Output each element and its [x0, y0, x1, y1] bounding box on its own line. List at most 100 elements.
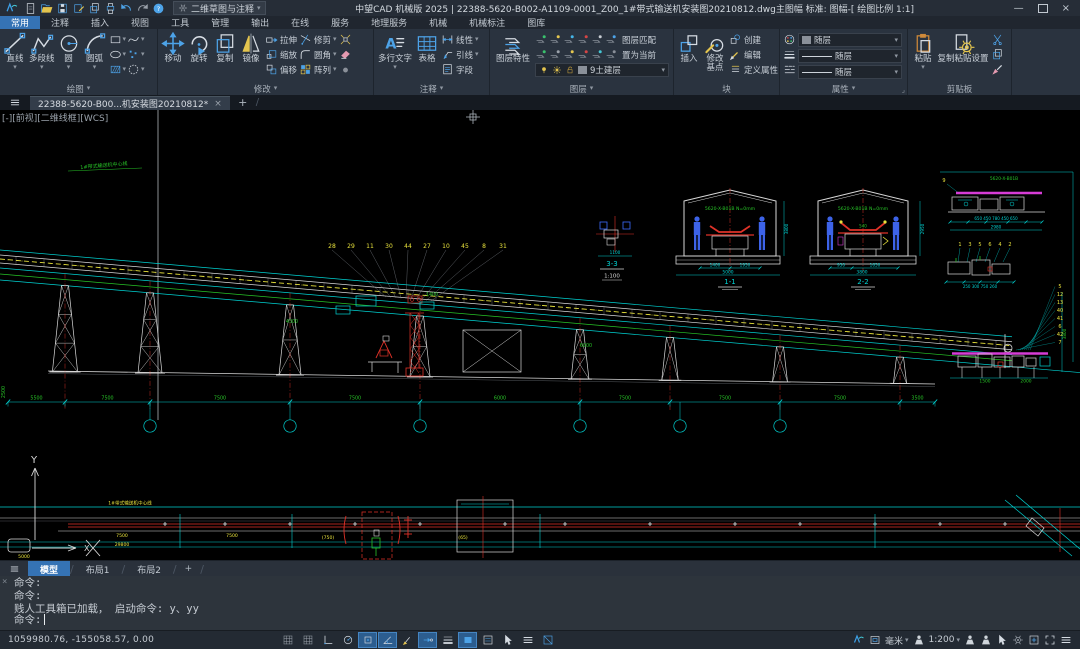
- new-tab-button[interactable]: +: [230, 95, 256, 110]
- viewport-controls[interactable]: [-][前视][二维线框][WCS]: [2, 111, 108, 124]
- zw-monitor-icon[interactable]: [853, 634, 865, 646]
- open-file-button[interactable]: [40, 2, 53, 15]
- plot-button[interactable]: [88, 2, 101, 15]
- table-button[interactable]: 表格: [415, 32, 439, 64]
- ribbon-tab-图库[interactable]: 图库: [516, 16, 556, 29]
- layer-tool-icon[interactable]: [535, 48, 548, 61]
- new-file-button[interactable]: [24, 2, 37, 15]
- color-dropdown[interactable]: 随层▾: [798, 33, 902, 47]
- layer-tool-icon[interactable]: [577, 48, 590, 61]
- match-properties-button[interactable]: [991, 62, 1004, 77]
- undo-button[interactable]: [120, 2, 133, 15]
- layer-match-button[interactable]: 图层匹配: [622, 34, 656, 46]
- isometric-drafting-toggle[interactable]: [538, 632, 557, 648]
- cut-button[interactable]: [991, 32, 1004, 47]
- define-attributes-button[interactable]: 定义属性: [729, 62, 778, 77]
- fullscreen-icon[interactable]: [1044, 634, 1056, 646]
- layout-tab-布局1[interactable]: 布局1: [74, 561, 122, 577]
- erase-button[interactable]: [339, 47, 352, 62]
- rectangle-tool-button[interactable]: [109, 33, 122, 46]
- print-button[interactable]: [104, 2, 117, 15]
- object-snap-tracking-toggle[interactable]: [418, 632, 437, 648]
- object-snap-toggle[interactable]: [358, 632, 377, 648]
- layout-tab-模型[interactable]: 模型: [28, 561, 70, 577]
- insert-block-button[interactable]: 插入: [677, 32, 701, 64]
- mtext-button[interactable]: A 多行文字▾: [377, 32, 413, 71]
- revision-cloud-tool-button[interactable]: [127, 63, 140, 76]
- angle-snap-toggle[interactable]: [378, 632, 397, 648]
- paste-button[interactable]: 粘贴▾: [911, 32, 935, 71]
- model-space-icon[interactable]: [869, 634, 881, 646]
- edit-basepoint-button[interactable]: 修改基点: [703, 32, 727, 74]
- auto-scale-icon[interactable]: [980, 634, 992, 646]
- leader-button[interactable]: 引线▾: [441, 47, 479, 62]
- layer-dropdown[interactable]: 9土建层 ▾: [535, 63, 669, 77]
- point-tool-button[interactable]: [127, 48, 140, 61]
- layer-tool-icon[interactable]: [605, 48, 618, 61]
- ribbon-tab-在线[interactable]: 在线: [280, 16, 320, 29]
- drawing-canvas[interactable]: [-][前视][二维线框][WCS] 1#带式输送机中心线28291130442…: [0, 110, 1080, 560]
- lineweight-display-toggle[interactable]: [438, 632, 457, 648]
- ribbon-tab-输出[interactable]: 输出: [240, 16, 280, 29]
- circle-button[interactable]: 圆▾: [57, 32, 81, 71]
- status-menu-icon[interactable]: [1060, 634, 1072, 646]
- array-button[interactable]: 阵列▾: [299, 62, 337, 77]
- ellipse-tool-button[interactable]: [109, 48, 122, 61]
- close-button[interactable]: ×: [1062, 3, 1070, 14]
- minimize-button[interactable]: —: [1014, 3, 1024, 14]
- ribbon-tab-工具[interactable]: 工具: [160, 16, 200, 29]
- snap-mode-toggle[interactable]: [298, 632, 317, 648]
- linetype-dropdown[interactable]: 随层▾: [798, 65, 902, 79]
- arc-button[interactable]: 圆弧▾: [83, 32, 107, 71]
- set-current-layer-button[interactable]: 置为当前: [622, 49, 656, 61]
- ribbon-tab-管理[interactable]: 管理: [200, 16, 240, 29]
- save-file-button[interactable]: [56, 2, 69, 15]
- workspace-switcher[interactable]: 二维草图与注释 ▾: [173, 1, 266, 15]
- maximize-button[interactable]: [1038, 4, 1048, 13]
- offset-button[interactable]: 偏移: [265, 62, 297, 77]
- join-button[interactable]: [339, 62, 352, 77]
- drawing-tab[interactable]: 22388-5620-B00...机安装图20210812* ×: [30, 96, 230, 110]
- rotate-button[interactable]: 旋转: [187, 32, 211, 64]
- selection-cycling-icon[interactable]: [996, 634, 1008, 646]
- panel-properties-footer[interactable]: 属性▾ ⌟: [780, 82, 907, 95]
- ribbon-tab-机械[interactable]: 机械: [418, 16, 458, 29]
- edit-block-button[interactable]: 编辑: [729, 47, 778, 62]
- annotation-scale-icon[interactable]: [913, 634, 925, 646]
- copy-button[interactable]: 复制: [213, 32, 237, 64]
- layer-tool-icon[interactable]: [549, 33, 562, 46]
- ribbon-tab-服务[interactable]: 服务: [320, 16, 360, 29]
- ribbon-tab-视图[interactable]: 视图: [120, 16, 160, 29]
- create-block-button[interactable]: 创建: [729, 32, 778, 47]
- move-button[interactable]: 移动: [161, 32, 185, 64]
- polar-tracking-toggle[interactable]: [338, 632, 357, 648]
- field-button[interactable]: 字段: [441, 62, 479, 77]
- redo-button[interactable]: [136, 2, 149, 15]
- layer-tool-icon[interactable]: [605, 33, 618, 46]
- layout-tab-布局2[interactable]: 布局2: [125, 561, 173, 577]
- ribbon-tab-插入[interactable]: 插入: [80, 16, 120, 29]
- trim-button[interactable]: 修剪▾: [299, 32, 337, 47]
- layer-tool-icon[interactable]: [591, 33, 604, 46]
- grid-display-toggle[interactable]: [278, 632, 297, 648]
- fillet-button[interactable]: 圆角▾: [299, 47, 337, 62]
- panel-annotation-footer[interactable]: 注释▾: [374, 82, 489, 95]
- close-tab-icon[interactable]: ×: [214, 99, 222, 109]
- ribbon-tab-常用[interactable]: 常用: [0, 16, 40, 29]
- polyline-button[interactable]: 多段线▾: [29, 32, 55, 71]
- layer-tool-icon[interactable]: [563, 48, 576, 61]
- stretch-button[interactable]: 拉伸: [265, 32, 297, 47]
- settings-gear-icon[interactable]: [1012, 634, 1024, 646]
- ribbon-tab-机械标注[interactable]: 机械标注: [458, 16, 516, 29]
- dynamic-input-toggle[interactable]: [518, 632, 537, 648]
- command-close-icon[interactable]: ×: [2, 577, 7, 587]
- command-prompt[interactable]: 命令:: [14, 612, 45, 627]
- layer-tool-icon[interactable]: [591, 48, 604, 61]
- linear-dim-button[interactable]: 线性▾: [441, 32, 479, 47]
- quick-properties-toggle[interactable]: [478, 632, 497, 648]
- ribbon-tab-注释[interactable]: 注释: [40, 16, 80, 29]
- selection-cycling-toggle[interactable]: [498, 632, 517, 648]
- command-window[interactable]: × 命令:命令:贱人工具箱已加载， 启动命令: y、yy 命令:: [0, 576, 1080, 630]
- hatch-tool-button[interactable]: [109, 63, 122, 76]
- help-button[interactable]: ?: [152, 2, 165, 15]
